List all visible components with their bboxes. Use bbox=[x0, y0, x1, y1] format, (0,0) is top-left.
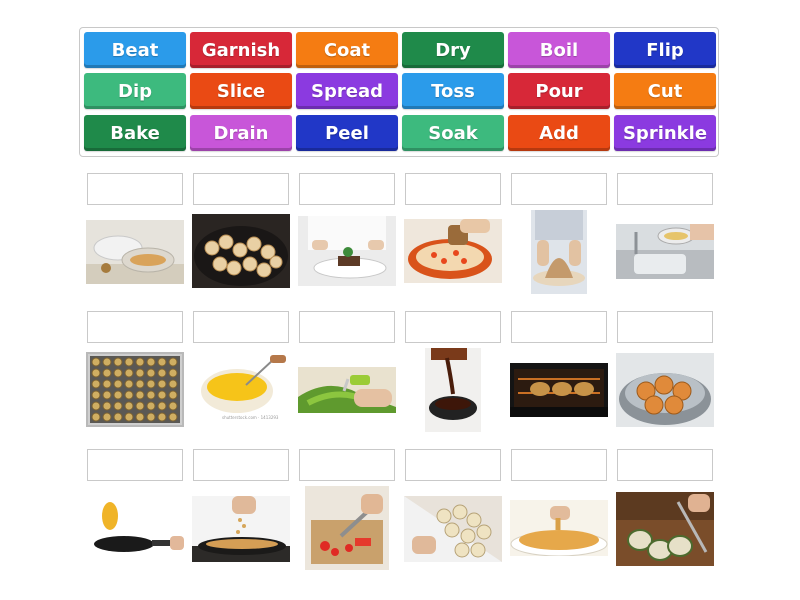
drop-box-r3-c3[interactable] bbox=[299, 449, 395, 481]
chef-garnish-photo bbox=[298, 216, 396, 286]
word-tile-flip[interactable]: Flip bbox=[614, 32, 716, 68]
peeler-cucumber-photo bbox=[298, 367, 396, 413]
orange-pot-photo bbox=[404, 219, 502, 283]
frying-slices-photo bbox=[192, 214, 290, 288]
drop-box-r1-c1[interactable] bbox=[87, 173, 183, 205]
word-tile-drain[interactable]: Drain bbox=[190, 115, 292, 151]
drop-box-r2-c5[interactable] bbox=[511, 311, 607, 343]
pan-flip-photo bbox=[86, 496, 184, 560]
oven-bake-photo bbox=[510, 363, 608, 417]
word-tile-boil[interactable]: Boil bbox=[508, 32, 610, 68]
drop-box-r2-c1[interactable] bbox=[87, 311, 183, 343]
bowl-eggs-photo: shutterstock.com · 1413293 bbox=[192, 355, 290, 421]
mixing-bowl-photo bbox=[86, 220, 184, 284]
drop-box-r1-c4[interactable] bbox=[405, 173, 501, 205]
drop-box-r1-c2[interactable] bbox=[193, 173, 289, 205]
stock-photo-caption: shutterstock.com · 1413293 bbox=[222, 415, 279, 420]
word-tile-pour[interactable]: Pour bbox=[508, 73, 610, 109]
word-tile-peel[interactable]: Peel bbox=[296, 115, 398, 151]
drop-box-r3-c1[interactable] bbox=[87, 449, 183, 481]
drop-box-r2-c6[interactable] bbox=[617, 311, 713, 343]
drop-box-r3-c6[interactable] bbox=[617, 449, 713, 481]
word-bank: Beat Garnish Coat Dry Boil Flip Dip Slice Spread… bbox=[79, 27, 719, 157]
drop-box-r3-c4[interactable] bbox=[405, 449, 501, 481]
chopping-board-photo bbox=[305, 486, 389, 570]
chocolate-pour-photo bbox=[425, 348, 481, 432]
drop-box-r2-c2[interactable] bbox=[193, 311, 289, 343]
word-tile-soak[interactable]: Soak bbox=[402, 115, 504, 151]
dip-chip-photo bbox=[510, 500, 608, 556]
word-tile-cut[interactable]: Cut bbox=[614, 73, 716, 109]
word-tile-garnish[interactable]: Garnish bbox=[190, 32, 292, 68]
drop-box-r2-c3[interactable] bbox=[299, 311, 395, 343]
hands-dough-photo bbox=[531, 210, 587, 294]
word-tile-coat[interactable]: Coat bbox=[296, 32, 398, 68]
word-tile-toss[interactable]: Toss bbox=[402, 73, 504, 109]
sink-drain-photo bbox=[616, 224, 714, 279]
drop-box-r1-c5[interactable] bbox=[511, 173, 607, 205]
word-tile-dry[interactable]: Dry bbox=[402, 32, 504, 68]
baking-tray-photo bbox=[86, 352, 184, 427]
eggplant-slices-photo bbox=[404, 496, 502, 562]
word-tile-slice[interactable]: Slice bbox=[190, 73, 292, 109]
drop-box-r3-c2[interactable] bbox=[193, 449, 289, 481]
word-tile-dip[interactable]: Dip bbox=[84, 73, 186, 109]
word-tile-beat[interactable]: Beat bbox=[84, 32, 186, 68]
knife-cut-photo bbox=[616, 492, 714, 566]
drop-box-r1-c3[interactable] bbox=[299, 173, 395, 205]
drop-box-r2-c4[interactable] bbox=[405, 311, 501, 343]
drop-box-r1-c6[interactable] bbox=[617, 173, 713, 205]
word-tile-bake[interactable]: Bake bbox=[84, 115, 186, 151]
word-tile-sprinkle[interactable]: Sprinkle bbox=[614, 115, 716, 151]
word-tile-add[interactable]: Add bbox=[508, 115, 610, 151]
boiling-pot-photo bbox=[616, 353, 714, 427]
drop-box-r3-c5[interactable] bbox=[511, 449, 607, 481]
word-tile-spread[interactable]: Spread bbox=[296, 73, 398, 109]
pan-sprinkle-photo bbox=[192, 496, 290, 562]
